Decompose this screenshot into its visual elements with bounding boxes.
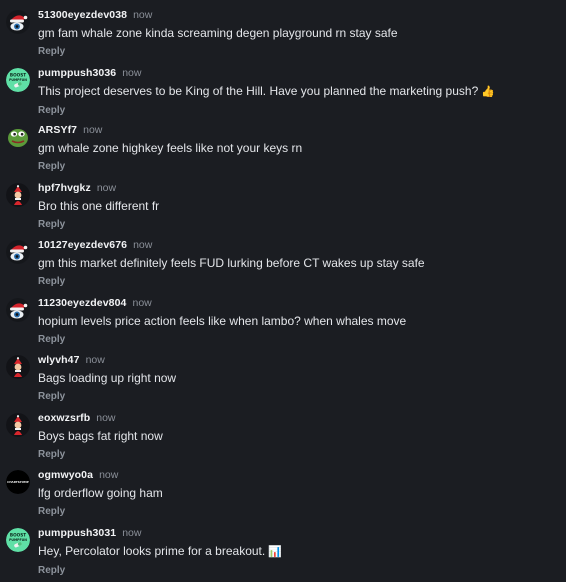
comment-meta: hpf7hvgkz now <box>38 179 566 197</box>
svg-text:PUMPFUN: PUMPFUN <box>9 538 27 542</box>
comment-text: This project deserves to be King of the … <box>38 84 566 100</box>
comment-text-content: gm fam whale zone kinda screaming degen … <box>38 26 398 40</box>
santa-eye-avatar[interactable] <box>6 240 30 264</box>
comment-text-content: This project deserves to be King of the … <box>38 83 479 98</box>
comment-item: hpf7hvgkz now Bro this one different fr Rep… <box>0 179 566 237</box>
comment-timestamp: now <box>96 411 116 424</box>
comment-item: 11230eyezdev804 now hopium levels price ac… <box>0 294 566 352</box>
reply-button[interactable]: Reply <box>38 46 65 57</box>
reply-button[interactable]: Reply <box>38 449 65 460</box>
comment-text-content: Bro this one different fr <box>38 198 160 213</box>
comment-text: Boys bags fat right now <box>38 429 566 444</box>
comment-text-content: Hey, Percolator looks prime for a breako… <box>38 543 266 558</box>
santa-eye-avatar[interactable] <box>6 297 30 322</box>
comment-item: BOOST PUMPFUN pumppush3031 now Hey, Percolat… <box>0 524 566 582</box>
comment-username[interactable]: hpf7hvgkz <box>38 182 91 194</box>
comment-timestamp: now <box>99 469 119 481</box>
comment-timestamp: now <box>133 9 153 21</box>
reply-button[interactable]: Reply <box>38 506 65 517</box>
comment-text: Hey, Percolator looks prime for a breako… <box>38 544 566 560</box>
comment-text: Bro this one different fr <box>38 199 566 214</box>
comment-emoji: 📊 <box>268 545 282 558</box>
comment-username[interactable]: ogmwyo0a <box>38 469 93 481</box>
comment-item: ARSYf7 now gm whale zone highkey feels lik… <box>0 121 566 179</box>
comment-item: eoxwzsrfb now Boys bags fat right now Reply <box>0 409 566 467</box>
comment-text: Bags loading up right now <box>38 371 566 386</box>
reply-button[interactable]: Reply <box>38 334 65 345</box>
comment-timestamp: now <box>133 239 153 251</box>
reply-button[interactable]: Reply <box>38 161 65 172</box>
comment-text-content: Boys bags fat right now <box>38 428 163 443</box>
comment-meta: eoxwzsrfb now <box>38 409 566 427</box>
comment-meta: 11230eyezdev804 now <box>38 294 566 312</box>
comment-emoji: 👍 <box>481 85 495 98</box>
comment-timestamp: now <box>132 296 152 309</box>
black-logo-avatar[interactable]: CHARTSPUMP <box>6 470 30 494</box>
reply-button[interactable]: Reply <box>38 219 65 230</box>
comment-username[interactable]: wlyvh47 <box>38 354 80 366</box>
comment-text-content: gm whale zone highkey feels like not you… <box>38 141 303 155</box>
comment-meta: ARSYf7 now <box>38 121 566 139</box>
boost-pumpfun-avatar[interactable]: BOOST PUMPFUN <box>6 67 30 92</box>
comment-timestamp: now <box>96 181 117 194</box>
svg-text:BOOST: BOOST <box>10 532 26 537</box>
comment-feed: 51300eyezdev038 now gm fam whale zone kind… <box>0 0 566 582</box>
comment-meta: ogmwyo0a now <box>38 466 566 484</box>
comment-username[interactable]: eoxwzsrfb <box>38 412 90 424</box>
comment-username[interactable]: ARSYf7 <box>38 124 77 136</box>
boost-pumpfun-avatar[interactable]: BOOST PUMPFUN <box>6 527 30 552</box>
comment-timestamp: now <box>83 124 103 136</box>
comment-text: hopium levels price action feels like wh… <box>38 314 566 329</box>
comment-meta: wlyvh47 now <box>38 351 566 369</box>
svg-text:BOOST: BOOST <box>10 72 26 77</box>
comment-meta: pumppush3036 now <box>38 64 566 82</box>
comment-username[interactable]: 10127eyezdev676 <box>38 239 127 251</box>
comment-meta: pumppush3031 now <box>38 524 566 542</box>
red-figure-avatar[interactable] <box>6 355 30 379</box>
comment-text-content: hopium levels price action feels like wh… <box>38 313 407 328</box>
comment-item: BOOST PUMPFUN pumppush3036 now This project … <box>0 64 566 122</box>
comment-item: wlyvh47 now Bags loading up right now Reply <box>0 351 566 409</box>
reply-button[interactable]: Reply <box>38 391 65 402</box>
comment-text: gm whale zone highkey feels like not you… <box>38 141 566 156</box>
comment-item: CHARTSPUMP ogmwyo0a now lfg orderflow going… <box>0 466 566 524</box>
comment-username[interactable]: 51300eyezdev038 <box>38 9 127 21</box>
red-figure-avatar[interactable] <box>6 182 30 207</box>
comment-username[interactable]: pumppush3031 <box>38 527 116 539</box>
reply-button[interactable]: Reply <box>38 276 65 287</box>
comment-item: 10127eyezdev676 now gm this market definit… <box>0 236 566 294</box>
comment-timestamp: now <box>122 526 142 539</box>
comment-text: gm this market definitely feels FUD lurk… <box>38 256 566 271</box>
comment-timestamp: now <box>122 66 142 79</box>
comment-username[interactable]: 11230eyezdev804 <box>38 297 127 309</box>
svg-text:CHARTSPUMP: CHARTSPUMP <box>7 480 29 484</box>
comment-username[interactable]: pumppush3036 <box>38 67 116 79</box>
comment-item: 51300eyezdev038 now gm fam whale zone kind… <box>0 6 566 64</box>
comment-text-content: gm this market definitely feels FUD lurk… <box>38 256 425 270</box>
pepe-avatar[interactable] <box>6 125 30 149</box>
comment-text-content: Bags loading up right now <box>38 371 177 385</box>
comment-text: gm fam whale zone kinda screaming degen … <box>38 26 566 41</box>
comment-meta: 51300eyezdev038 now <box>38 6 566 24</box>
comment-timestamp: now <box>85 354 105 366</box>
red-figure-avatar[interactable] <box>6 412 30 437</box>
reply-button[interactable]: Reply <box>38 105 65 116</box>
reply-button[interactable]: Reply <box>38 565 65 576</box>
comment-meta: 10127eyezdev676 now <box>38 236 566 254</box>
santa-eye-avatar[interactable] <box>6 10 30 34</box>
comment-text: lfg orderflow going ham <box>38 486 566 501</box>
comment-text-content: lfg orderflow going ham <box>38 486 163 500</box>
svg-text:PUMPFUN: PUMPFUN <box>9 78 27 82</box>
